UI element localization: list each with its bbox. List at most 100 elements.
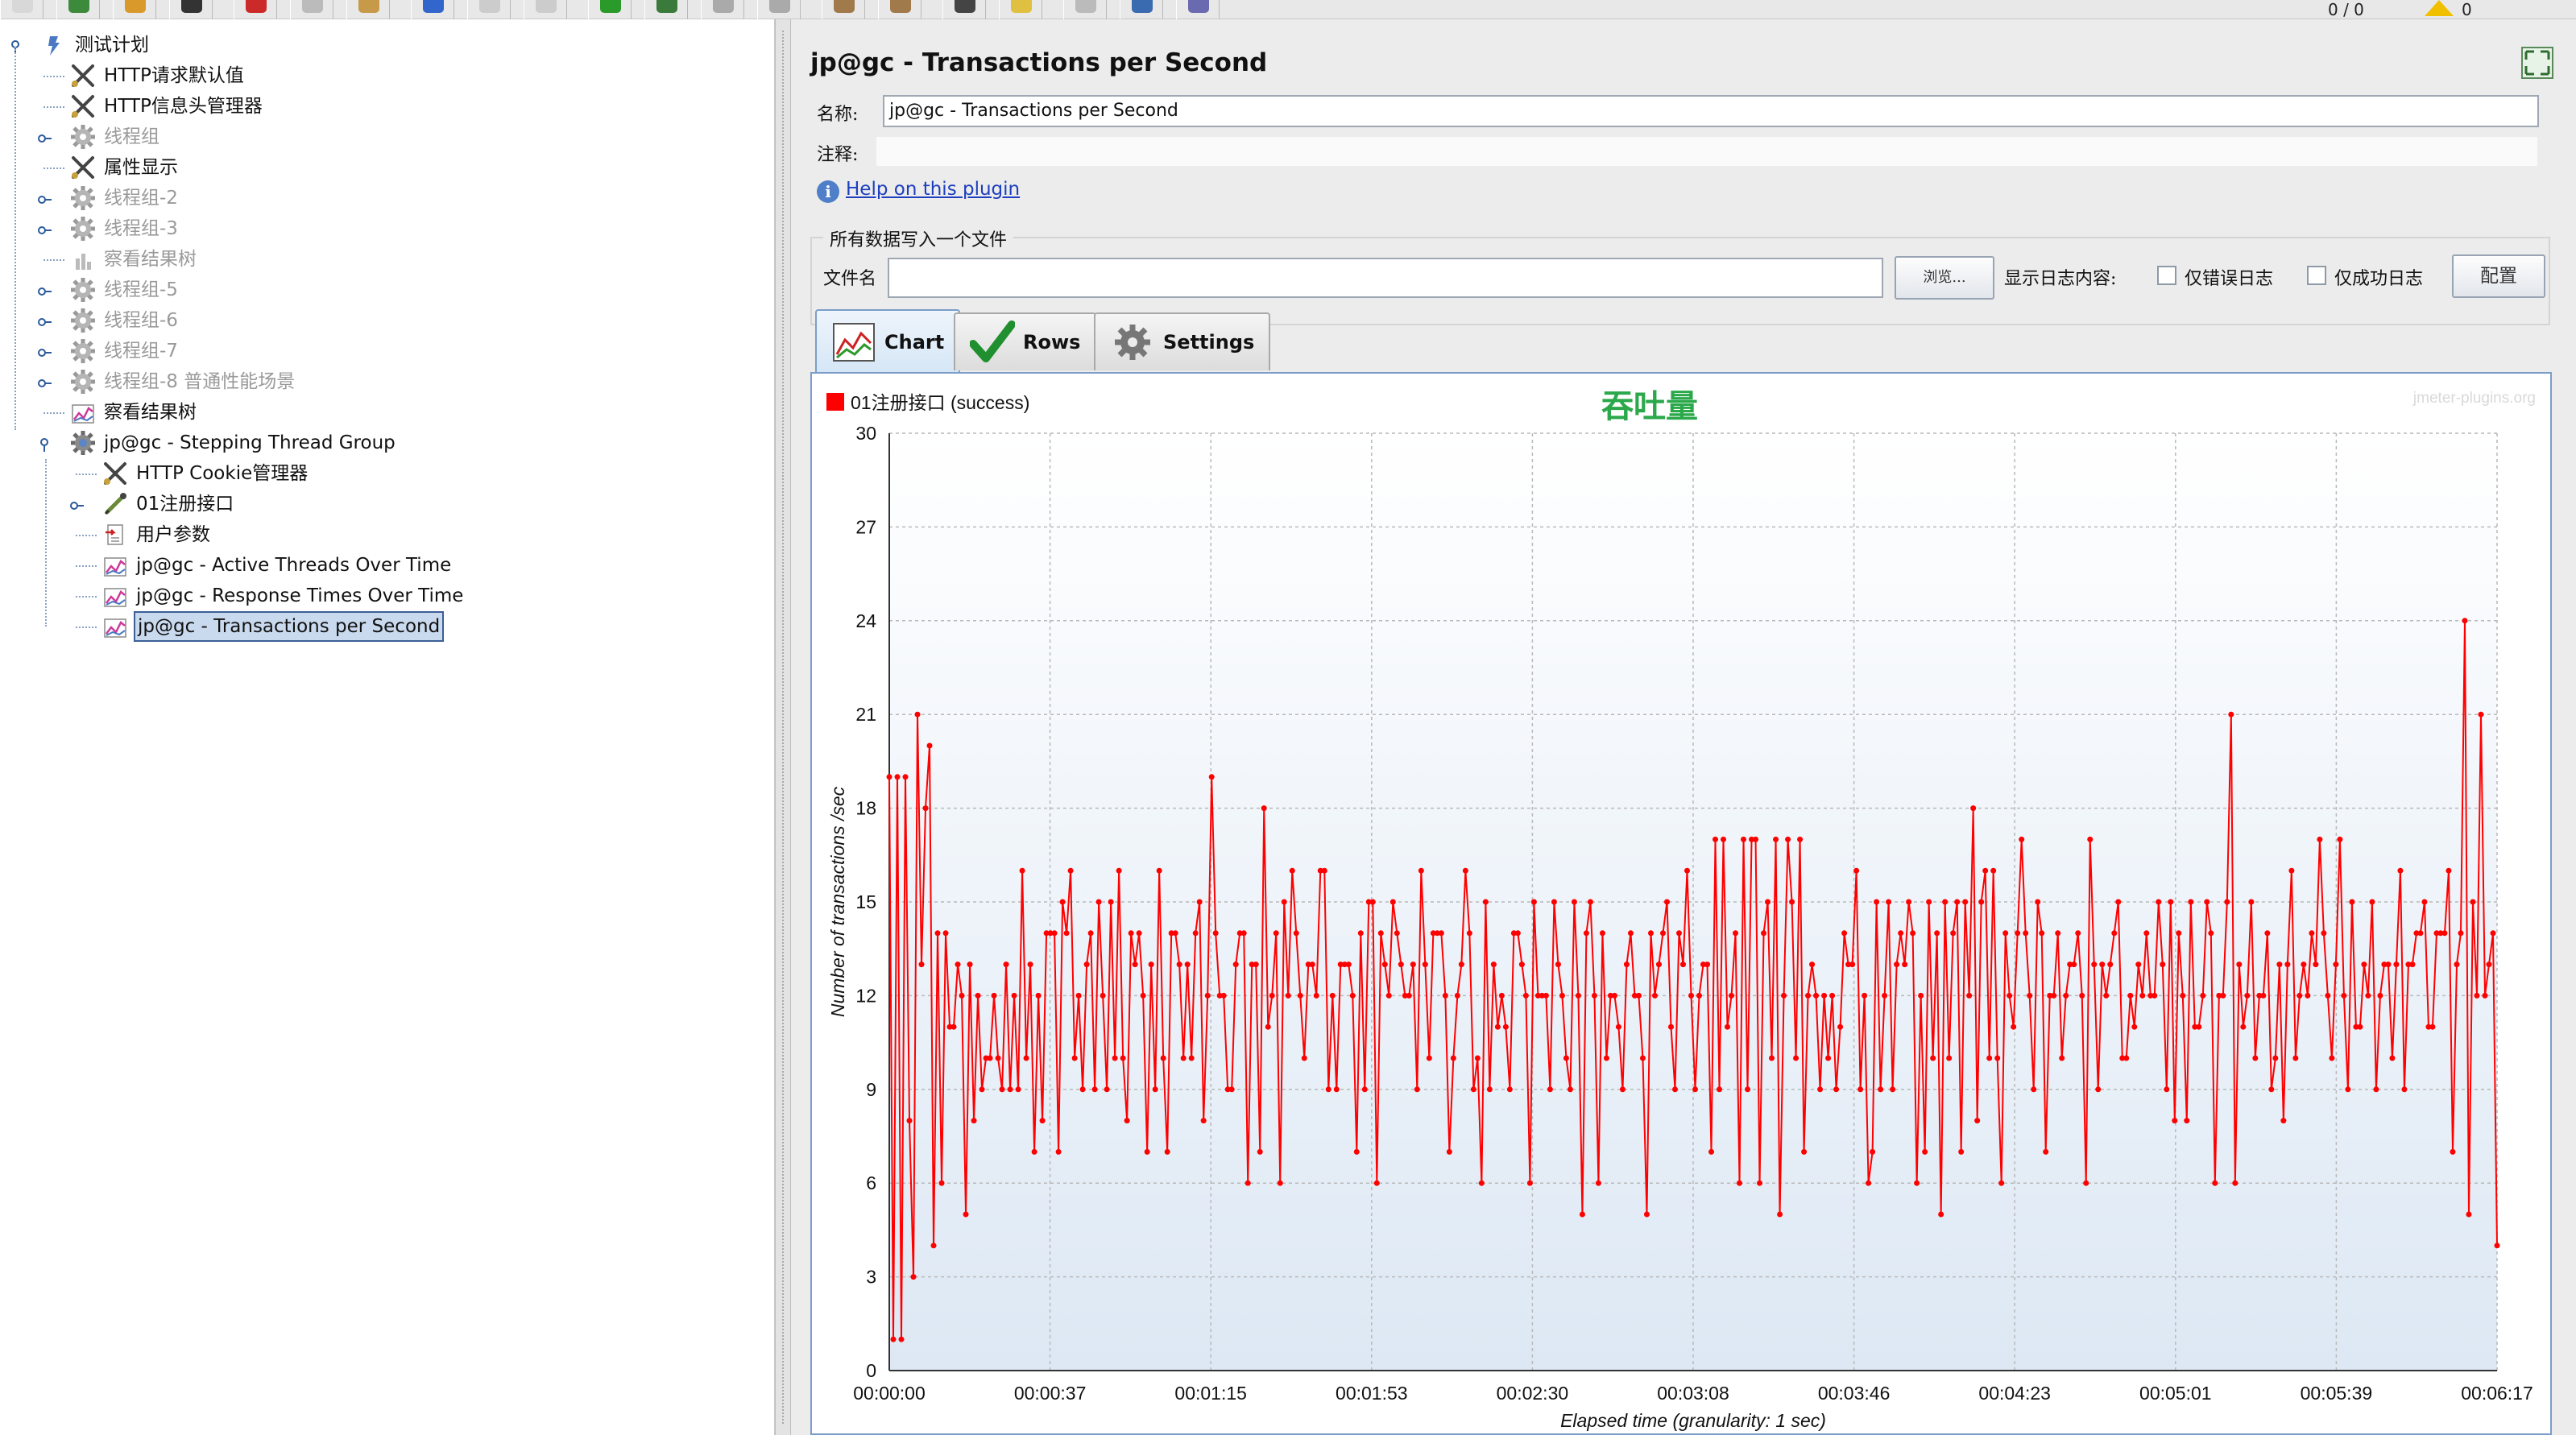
tree-item-label: jp@gc - Active Threads Over Time <box>136 555 452 576</box>
data-point <box>959 992 965 999</box>
tree-item[interactable]: jp@gc - Transactions per Second <box>101 611 445 642</box>
toolbar-button-11[interactable] <box>588 0 632 19</box>
expand-toggle-icon[interactable] <box>37 130 52 144</box>
tree-item[interactable]: 01注册接口 <box>101 490 236 519</box>
tree-item[interactable]: 线程组-8 普通性能场景 <box>69 367 297 396</box>
x-tick-label: 00:05:39 <box>2301 1383 2373 1404</box>
data-point <box>1982 867 1989 874</box>
tree-item[interactable]: jp@gc - Stepping Thread Group <box>69 428 398 457</box>
tree-item[interactable]: HTTP请求默认值 <box>69 61 246 90</box>
expand-toggle-icon[interactable] <box>37 374 52 389</box>
toolbar-button-10[interactable] <box>524 0 567 19</box>
data-point <box>1862 992 1868 999</box>
name-field[interactable]: jp@gc - Transactions per Second <box>883 95 2539 127</box>
toolbar-button-2[interactable] <box>56 0 100 19</box>
filename-field[interactable] <box>888 258 1883 298</box>
toolbar-button-1[interactable] <box>0 0 43 19</box>
tree-item[interactable]: 察看结果树 <box>69 398 199 427</box>
toolbar-button-21[interactable] <box>1176 0 1220 19</box>
data-point <box>1333 1086 1340 1093</box>
toolbar-button-17[interactable] <box>942 0 986 19</box>
toolbar-button-6[interactable] <box>290 0 333 19</box>
tree-item[interactable]: 属性显示 <box>69 153 180 182</box>
toolbar-button-8[interactable] <box>411 0 454 19</box>
toolbar-button-13[interactable] <box>701 0 744 19</box>
toolbar-icon-8 <box>423 0 444 13</box>
data-point <box>1232 961 1239 968</box>
toolbar-button-9[interactable] <box>467 0 511 19</box>
toolbar-button-14[interactable] <box>757 0 801 19</box>
collapse-toggle-icon[interactable] <box>37 436 52 452</box>
tree-item[interactable]: 线程组-5 <box>69 275 180 304</box>
toolbar-button-5[interactable] <box>234 0 277 19</box>
comment-field[interactable] <box>875 135 2539 167</box>
tree-item[interactable]: 用户参数 <box>101 520 213 549</box>
errors-only-checkbox[interactable] <box>2157 266 2176 285</box>
toolbar-button-4[interactable] <box>169 0 213 19</box>
expand-icon[interactable] <box>2521 47 2553 79</box>
tree-item[interactable]: 线程组 <box>69 122 162 151</box>
tree-item[interactable]: jp@gc - Response Times Over Time <box>101 581 466 610</box>
tab-settings[interactable]: Settings <box>1094 312 1271 370</box>
toolbar-icon-16 <box>890 0 911 13</box>
data-point <box>995 1055 1001 1061</box>
tree-item[interactable]: 线程组-3 <box>69 214 180 243</box>
tree-item[interactable]: 线程组-2 <box>69 184 180 213</box>
expand-toggle-icon[interactable] <box>37 344 52 358</box>
data-point <box>2292 1055 2299 1061</box>
toolbar-button-16[interactable] <box>878 0 921 19</box>
data-point <box>2035 899 2041 905</box>
toolbar-button-15[interactable] <box>822 0 865 19</box>
expand-toggle-icon[interactable] <box>37 221 52 236</box>
help-link[interactable]: Help on this plugin <box>846 179 1020 200</box>
data-point <box>1942 899 1949 905</box>
data-point <box>1651 992 1658 999</box>
data-point <box>1870 1148 1876 1155</box>
tree-item[interactable]: 察看结果树 <box>69 245 199 274</box>
tree-item[interactable]: HTTP Cookie管理器 <box>101 459 310 488</box>
toolbar-button-12[interactable] <box>644 0 688 19</box>
toolbar-button-18[interactable] <box>999 0 1042 19</box>
data-point <box>2208 930 2214 937</box>
data-point <box>1027 961 1033 968</box>
tree-guide-line <box>45 459 47 627</box>
data-point <box>2232 1180 2238 1186</box>
y-tick-label: 15 <box>855 891 876 912</box>
tree-item[interactable]: 线程组-6 <box>69 306 180 335</box>
data-point <box>1466 930 1472 937</box>
toolbar-button-3[interactable] <box>113 0 156 19</box>
success-only-checkbox[interactable] <box>2307 266 2326 285</box>
expand-toggle-icon[interactable] <box>37 191 52 205</box>
expand-toggle-icon[interactable] <box>69 497 84 511</box>
expand-toggle-icon[interactable] <box>37 313 52 328</box>
x-tick-label: 00:00:00 <box>853 1383 926 1404</box>
wrench-icon <box>69 93 97 120</box>
toolbar-button-19[interactable] <box>1063 0 1107 19</box>
tree-item[interactable]: 线程组-7 <box>69 337 180 366</box>
data-point <box>1962 899 1969 905</box>
data-point <box>2087 836 2094 842</box>
pane-splitter[interactable] <box>775 19 791 1435</box>
tree-item-label: HTTP信息头管理器 <box>104 96 263 117</box>
warning-icon[interactable] <box>2425 0 2454 16</box>
data-point <box>1087 930 1094 937</box>
data-point <box>1345 961 1352 968</box>
data-point <box>1297 992 1303 999</box>
data-point <box>1599 930 1605 937</box>
tab-chart[interactable]: Chart <box>815 309 961 374</box>
tab-rows[interactable]: Rows <box>954 312 1097 370</box>
toolbar-button-7[interactable] <box>346 0 390 19</box>
browse-button[interactable]: 浏览... <box>1895 256 1994 300</box>
toolbar-button-20[interactable] <box>1120 0 1163 19</box>
toolbar-icon-17 <box>955 0 975 13</box>
tree-item[interactable]: jp@gc - Active Threads Over Time <box>101 551 453 580</box>
data-point <box>2470 899 2476 905</box>
data-point <box>1603 1055 1609 1061</box>
gear-icon <box>69 184 97 212</box>
tree-item[interactable]: 测试计划 <box>40 31 151 60</box>
expand-toggle-icon[interactable] <box>37 283 52 297</box>
configure-button[interactable]: 配置 <box>2452 254 2545 298</box>
data-point <box>1369 899 1376 905</box>
data-point <box>979 1086 985 1093</box>
tree-item[interactable]: HTTP信息头管理器 <box>69 92 265 121</box>
